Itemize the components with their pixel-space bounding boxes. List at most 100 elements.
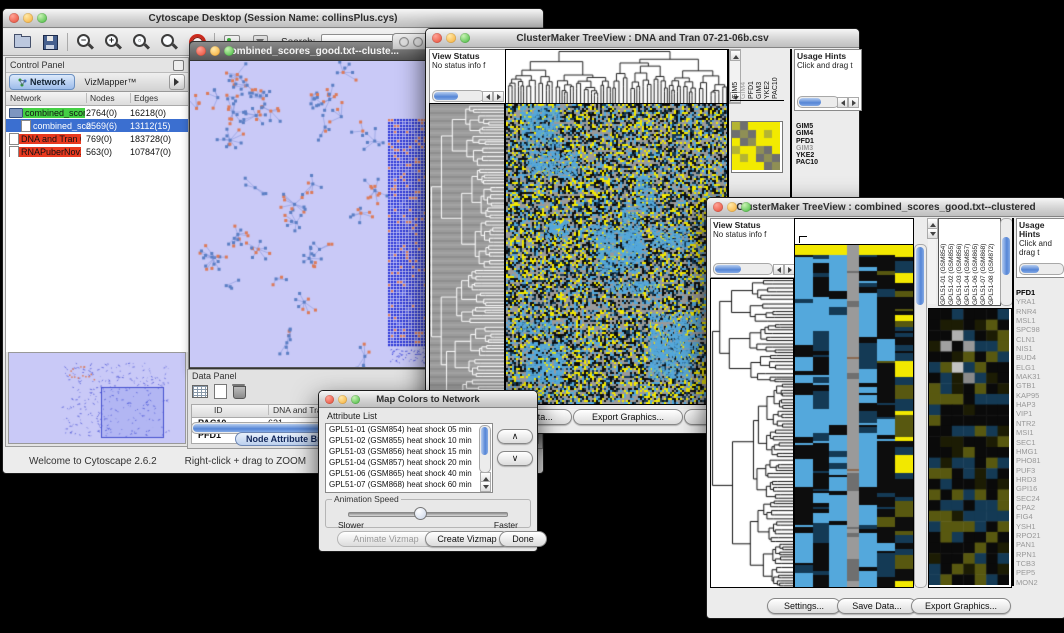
scroll-left-icon[interactable] — [773, 264, 784, 275]
matrix-row-label[interactable]: GIM5 — [796, 123, 836, 130]
gene-label[interactable]: RPO21 — [1016, 531, 1062, 540]
tab-overflow-button[interactable] — [169, 74, 185, 90]
gene-label[interactable]: GTB1 — [1016, 381, 1062, 390]
scroll-right-icon[interactable] — [848, 97, 859, 108]
detail-column-label[interactable]: GPL51-02 (GSM855) — [948, 219, 956, 305]
birdseye-canvas[interactable] — [9, 353, 185, 443]
gene-label[interactable]: VIP1 — [1016, 409, 1062, 418]
open-file-button[interactable] — [11, 31, 33, 53]
network-list-row[interactable]: combined_scores 2764(0) 16218(0) — [6, 106, 188, 119]
attribute-listbox[interactable]: GPL51-01 (GSM854) heat shock 05 min GPL51… — [325, 423, 493, 493]
gene-label[interactable]: PFD1 — [1016, 288, 1062, 297]
attribute-item[interactable]: GPL51-04 (GSM857) heat shock 20 min — [326, 457, 492, 468]
minimize-button[interactable] — [413, 37, 423, 47]
animate-vizmap-button[interactable]: Animate Vizmap — [337, 531, 435, 547]
gene-label[interactable]: MSI1 — [1016, 428, 1062, 437]
gene-label[interactable]: NTR2 — [1016, 419, 1062, 428]
zoom-button[interactable] — [741, 202, 751, 212]
gene-label[interactable]: KAP95 — [1016, 391, 1062, 400]
col-header-network[interactable]: Network — [10, 93, 41, 103]
gene-label[interactable]: BUD4 — [1016, 353, 1062, 362]
minimize-button[interactable] — [338, 395, 347, 404]
zoom-fit-button[interactable] — [158, 31, 180, 53]
network-graph-canvas[interactable] — [190, 61, 432, 367]
gene-label[interactable]: RNR4 — [1016, 307, 1062, 316]
treeview-combined-titlebar[interactable]: ClusterMaker TreeView : combined_scores_… — [707, 198, 1064, 217]
birdseye-view[interactable] — [8, 352, 186, 444]
gene-label[interactable]: PEP5 — [1016, 568, 1062, 577]
minimize-button[interactable] — [210, 46, 220, 56]
new-attribute-icon[interactable] — [214, 384, 227, 399]
close-button[interactable] — [713, 202, 723, 212]
attribute-item[interactable]: GPL51-01 (GSM854) heat shock 05 min — [326, 424, 492, 435]
gene-label[interactable]: TCB3 — [1016, 559, 1062, 568]
heatmap-canvas[interactable] — [795, 245, 913, 587]
col-header-id[interactable]: ID — [214, 405, 223, 415]
hscroll-thumb[interactable] — [1021, 265, 1039, 273]
correlation-matrix-canvas[interactable] — [732, 122, 780, 170]
gene-label[interactable]: GPI16 — [1016, 484, 1062, 493]
gene-label[interactable]: CPA2 — [1016, 503, 1062, 512]
gene-label[interactable]: FIG4 — [1016, 512, 1062, 521]
scroll-left-icon[interactable] — [482, 91, 493, 102]
attribute-table-icon[interactable] — [192, 385, 208, 398]
gene-label[interactable]: HRD3 — [1016, 475, 1062, 484]
close-button[interactable] — [9, 13, 19, 23]
matrix-column-label[interactable]: GIM4 — [740, 53, 748, 99]
minimize-button[interactable] — [446, 33, 456, 43]
float-panel-icon[interactable] — [173, 60, 184, 71]
gene-label[interactable]: HMG1 — [1016, 447, 1062, 456]
detail-column-label[interactable]: GPL51-08 (GSM872) — [988, 219, 996, 305]
matrix-column-label[interactable]: PAC10 — [772, 53, 780, 99]
vscroll-thumb[interactable] — [1002, 237, 1010, 275]
attribute-item[interactable]: GPL51-07 (GSM868) heat shock 60 min — [326, 479, 492, 490]
detail-heatmap-canvas[interactable] — [929, 309, 1009, 585]
gene-label[interactable]: MSL1 — [1016, 316, 1062, 325]
network-list-row[interactable]: combined_sco 2569(6) 13112(15) — [6, 119, 188, 132]
hscroll-thumb[interactable] — [715, 265, 741, 273]
gene-label[interactable]: YRA1 — [1016, 297, 1062, 306]
detail-column-label[interactable]: GPL51-04 (GSM857) — [964, 219, 972, 305]
scroll-right-icon[interactable] — [493, 91, 504, 102]
attribute-item[interactable]: GPL51-06 (GSM865) heat shock 40 min — [326, 468, 492, 479]
column-dendrogram-canvas[interactable] — [506, 50, 728, 103]
matrix-row-label[interactable]: YKE2 — [796, 152, 836, 159]
matrix-column-label[interactable]: GIM5 — [732, 53, 740, 99]
tab-vizmapper[interactable]: VizMapper™ — [77, 77, 145, 87]
scroll-down-icon[interactable] — [480, 481, 491, 492]
gene-label[interactable]: CLN1 — [1016, 335, 1062, 344]
done-button[interactable]: Done — [499, 531, 547, 547]
gene-label[interactable]: HAP3 — [1016, 400, 1062, 409]
matrix-column-label[interactable]: PFD1 — [748, 53, 756, 99]
dialog-titlebar[interactable]: Map Colors to Network — [319, 391, 537, 408]
detail-column-label[interactable]: GPL51-01 (GSM854) — [940, 219, 948, 305]
matrix-row-label[interactable]: PFD1 — [796, 138, 836, 145]
gene-label[interactable]: RPN1 — [1016, 550, 1062, 559]
detail-column-label[interactable]: GPL51-03 (GSM856) — [956, 219, 964, 305]
zoom-button[interactable] — [460, 33, 470, 43]
zoom-button[interactable] — [224, 46, 234, 56]
hscroll-thumb[interactable] — [799, 98, 821, 106]
col-header-edges[interactable]: Edges — [130, 93, 158, 103]
gene-label[interactable]: MAK31 — [1016, 372, 1062, 381]
detail-column-label[interactable]: GPL51-07 (GSM868) — [980, 219, 988, 305]
move-up-button[interactable]: ∧ — [497, 429, 533, 444]
matrix-row-label[interactable]: GIM4 — [796, 130, 836, 137]
usage-hints-hscrollbar[interactable] — [1019, 263, 1064, 275]
network-list-row[interactable]: DNA and Tran 07 769(0) 183728(0) — [6, 132, 188, 145]
view-status-hscrollbar[interactable] — [432, 90, 484, 102]
zoom-button[interactable] — [37, 13, 47, 23]
row-dendrogram-canvas[interactable] — [711, 279, 793, 587]
treeview-dna-titlebar[interactable]: ClusterMaker TreeView : DNA and Tran 07-… — [426, 29, 859, 48]
save-data-button[interactable]: Save Data... — [837, 598, 917, 614]
move-down-button[interactable]: ∨ — [497, 451, 533, 466]
usage-hints-hscrollbar[interactable] — [797, 96, 839, 108]
gene-label[interactable]: YSH1 — [1016, 522, 1062, 531]
delete-attribute-icon[interactable] — [233, 386, 246, 399]
export-graphics-button[interactable]: Export Graphics... — [573, 409, 683, 425]
gene-label[interactable]: SPC98 — [1016, 325, 1062, 334]
col-header-nodes[interactable]: Nodes — [86, 93, 115, 103]
row-dendrogram-canvas[interactable] — [430, 104, 504, 404]
matrix-column-label[interactable]: GIM3 — [756, 53, 764, 99]
create-vizmap-button[interactable]: Create Vizmap — [425, 531, 509, 547]
